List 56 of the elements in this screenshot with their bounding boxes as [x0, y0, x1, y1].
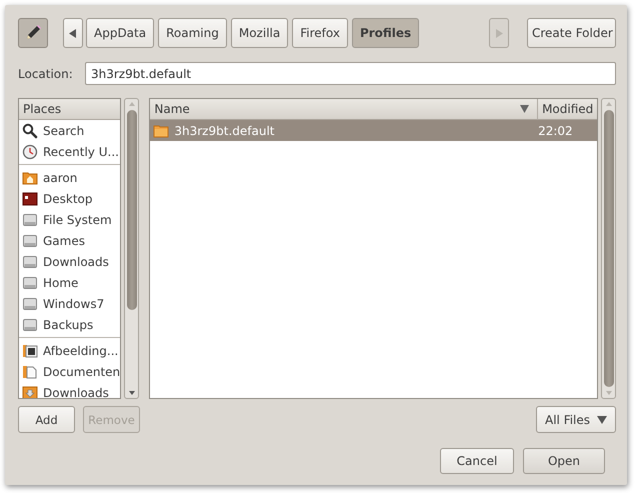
dialog-button[interactable]: Open: [523, 448, 605, 474]
left-arrow-icon: [69, 28, 77, 38]
sort-arrow-icon: [520, 105, 530, 113]
scrollbar[interactable]: [601, 98, 616, 399]
drive-icon: [22, 212, 38, 228]
sidebar-item[interactable]: Desktop: [43, 192, 92, 206]
path-button[interactable]: AppData: [86, 18, 154, 48]
sidebar-item[interactable]: Downloads: [43, 254, 109, 268]
path-button[interactable]: Roaming: [158, 18, 227, 48]
path-button[interactable]: Profiles: [352, 18, 420, 48]
folder-icon: [153, 122, 170, 138]
place-action-button[interactable]: Add: [18, 406, 75, 433]
scrollbar[interactable]: [124, 98, 140, 399]
sidebar-item[interactable]: File System: [43, 212, 112, 226]
sidebar-item[interactable]: Documenten: [43, 364, 120, 378]
edit-toggle-button[interactable]: [18, 18, 48, 48]
location-field[interactable]: 3h3rz9bt.default: [85, 62, 616, 85]
dropdown-arrow-icon: [597, 416, 607, 424]
create-folder-button[interactable]: Create Folder: [527, 18, 616, 48]
scroll-down-icon[interactable]: [128, 390, 136, 396]
search-icon: [22, 122, 38, 138]
sidebar-item[interactable]: Recently U...: [43, 144, 119, 158]
sidebar-item[interactable]: Home: [43, 276, 78, 290]
scroll-up-icon[interactable]: [128, 101, 136, 107]
sidebar-item[interactable]: Search: [43, 124, 84, 138]
scroll-up-icon[interactable]: [604, 101, 613, 107]
places-header: Places: [23, 102, 62, 116]
dialog-button[interactable]: Cancel: [440, 448, 514, 474]
sidebar-item[interactable]: aaron: [43, 170, 78, 184]
downloads-folder-icon: [22, 384, 38, 398]
sidebar-item[interactable]: Windows7: [43, 296, 104, 310]
file-type-dropdown[interactable]: All Files: [536, 406, 616, 433]
right-arrow-icon: [495, 28, 503, 38]
drive-icon: [22, 296, 38, 312]
sidebar-item[interactable]: Games: [43, 234, 85, 248]
location-label: Location:: [18, 66, 74, 80]
pencil-icon: [24, 24, 42, 42]
pictures-folder-icon: [22, 342, 38, 358]
documents-folder-icon: [22, 364, 38, 380]
back-button[interactable]: [63, 18, 83, 48]
drive-icon: [22, 274, 38, 290]
desktop-icon: [22, 190, 38, 206]
drive-icon: [22, 316, 38, 332]
path-button[interactable]: Firefox: [292, 18, 348, 48]
column-header[interactable]: Name: [150, 99, 538, 120]
home-folder-icon: [22, 170, 38, 186]
clock-icon: [22, 144, 38, 160]
drive-icon: [22, 232, 38, 248]
file-modified: 22:02: [537, 124, 574, 138]
file-name: 3h3rz9bt.default: [174, 124, 276, 138]
drive-icon: [22, 254, 38, 270]
path-button[interactable]: Mozilla: [230, 18, 288, 48]
sidebar-item[interactable]: Downloads: [43, 386, 109, 398]
column-header[interactable]: Modified: [538, 99, 598, 120]
sidebar-item[interactable]: Afbeelding...: [43, 344, 118, 358]
sidebar-item[interactable]: Backups: [43, 318, 94, 332]
